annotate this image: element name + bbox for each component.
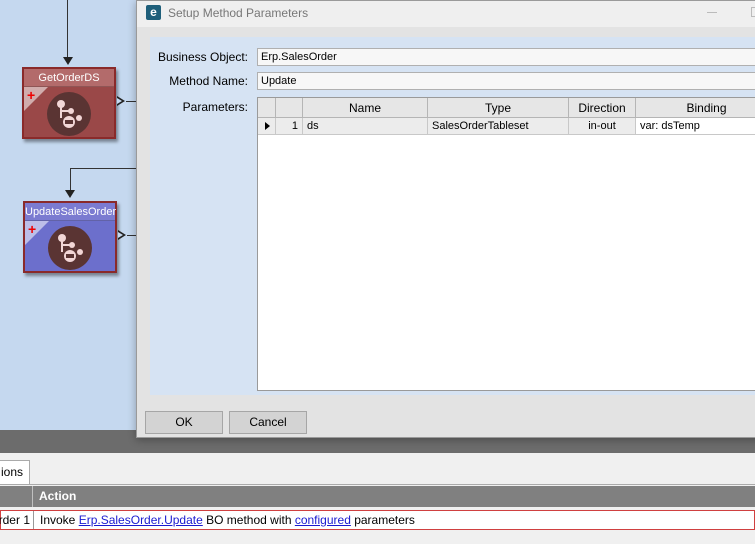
action-text: BO method with [202, 513, 295, 527]
method-name-field[interactable]: Update [257, 72, 755, 90]
parameters-label: Parameters: [182, 100, 248, 114]
method-call-icon [48, 226, 92, 270]
setup-method-parameters-dialog: e Setup Method Parameters Business Objec… [136, 0, 755, 438]
workflow-node-updatesalesorder[interactable]: UpdateSalesOrder + [23, 201, 117, 273]
connector-arrow [63, 57, 73, 65]
header-cell-action[interactable]: Action [39, 486, 76, 507]
output-port-inner [118, 232, 123, 238]
row-selector-icon [265, 122, 270, 130]
cell-binding[interactable]: var: dsTemp [636, 118, 755, 135]
workflow-node-getorderds[interactable]: GetOrderDS + [22, 67, 116, 139]
connector-line [70, 168, 71, 190]
cell-direction[interactable]: in-out [569, 118, 636, 135]
dialog-title: Setup Method Parameters [168, 6, 309, 20]
connector-line [126, 101, 136, 102]
dialog-titlebar[interactable]: e Setup Method Parameters [137, 1, 755, 27]
business-object-field[interactable]: Erp.SalesOrder [257, 48, 755, 66]
header-cell-index [276, 98, 303, 118]
action-text: Invoke [40, 513, 79, 527]
action-text: parameters [350, 513, 415, 527]
connector-line [67, 0, 68, 58]
tab-divider [0, 484, 755, 485]
ok-button[interactable]: OK [145, 411, 223, 434]
node-body: + [25, 221, 115, 271]
expand-plus-icon[interactable]: + [27, 88, 35, 102]
node-body: + [24, 87, 114, 137]
cell-name[interactable]: ds [303, 118, 428, 135]
node-title: UpdateSalesOrder [25, 203, 116, 221]
cell-index: 1 [276, 118, 303, 135]
table-row[interactable]: rder 1 Invoke Erp.SalesOrder.Update BO m… [0, 510, 755, 530]
cell-type[interactable]: SalesOrderTableset [428, 118, 569, 135]
app-logo-icon: e [146, 5, 161, 20]
cell-action: Invoke Erp.SalesOrder.Update BO method w… [40, 511, 415, 529]
node-title: GetOrderDS [24, 69, 114, 87]
connector-line [75, 168, 140, 169]
method-call-icon [47, 92, 91, 136]
header-cell-indicator [258, 98, 276, 118]
dialog-content: Business Object: Erp.SalesOrder Method N… [150, 37, 755, 395]
method-name-label: Method Name: [169, 74, 248, 88]
actions-panel: ions Action rder 1 Invoke Erp.SalesOrder… [0, 453, 755, 544]
header-cell-direction[interactable]: Direction [569, 98, 636, 118]
header-cell-order[interactable] [0, 486, 33, 507]
tab-actions[interactable]: ions [0, 460, 30, 485]
cancel-button[interactable]: Cancel [229, 411, 307, 434]
header-cell-name[interactable]: Name [303, 98, 428, 118]
business-object-label: Business Object: [157, 50, 248, 64]
output-port-inner [117, 98, 122, 104]
configured-params-link[interactable]: configured [295, 513, 351, 527]
connector-arrow [65, 190, 75, 198]
cell-order: rder 1 [0, 511, 34, 529]
header-cell-binding[interactable]: Binding [636, 98, 755, 118]
actions-grid-header: Action [0, 486, 755, 507]
maximize-icon[interactable] [751, 7, 755, 17]
bo-method-link[interactable]: Erp.SalesOrder.Update [79, 513, 203, 527]
minimize-icon[interactable] [707, 12, 717, 13]
expand-plus-icon[interactable]: + [28, 222, 36, 236]
header-cell-type[interactable]: Type [428, 98, 569, 118]
row-indicator-cell[interactable] [258, 118, 276, 135]
parameters-table[interactable]: Name Type Direction Binding 1 ds SalesOr… [257, 97, 755, 391]
